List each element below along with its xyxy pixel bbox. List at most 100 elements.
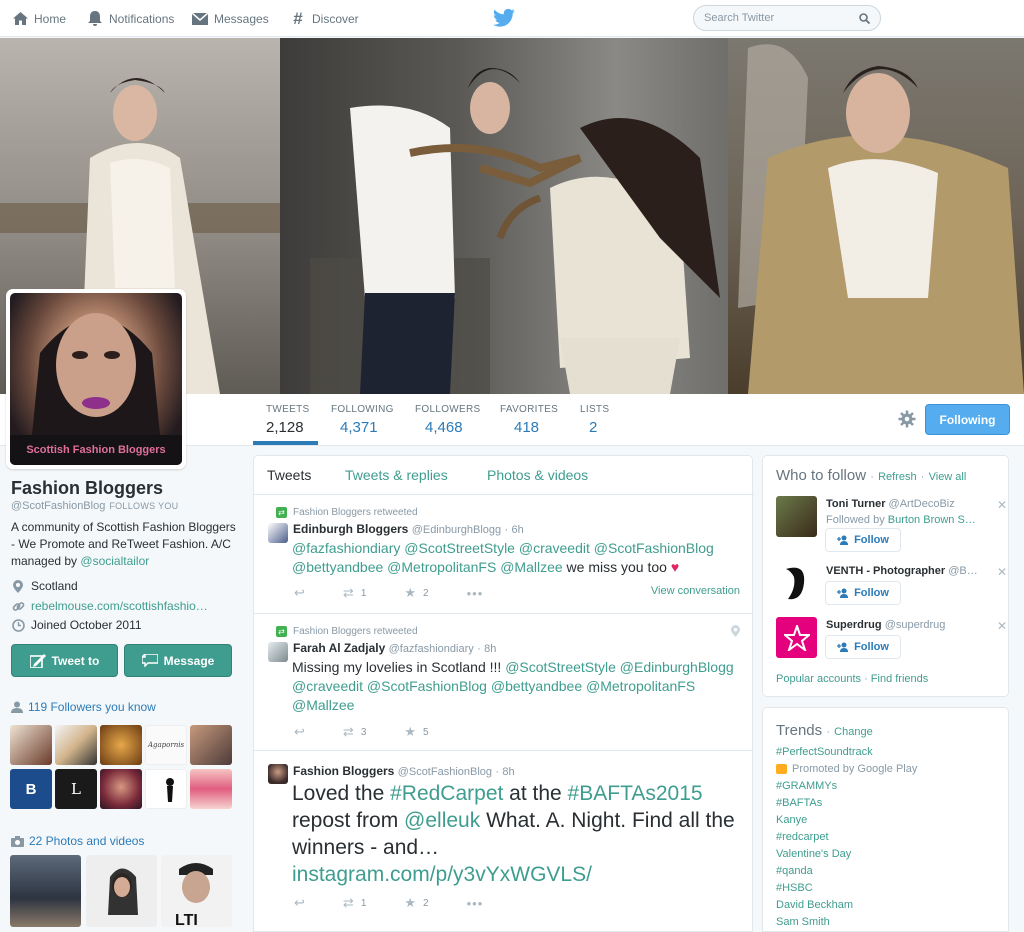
- search-box[interactable]: [693, 5, 881, 31]
- stat-favorites[interactable]: FAVORITES 418: [500, 404, 558, 436]
- tweet-author-name[interactable]: Edinburgh Bloggers: [293, 522, 408, 536]
- follower-avatar[interactable]: [190, 725, 232, 765]
- followers-you-know-header[interactable]: 119 Followers you know: [11, 700, 156, 714]
- tweet-author-handle[interactable]: @EdinburghBlogg: [412, 524, 501, 536]
- favorite-button[interactable]: ★ 2: [404, 585, 428, 601]
- tweet-author-avatar[interactable]: [268, 764, 288, 784]
- search-input[interactable]: [704, 12, 854, 24]
- nav-home[interactable]: Home: [12, 0, 66, 37]
- reply-button[interactable]: ↩: [294, 585, 305, 601]
- tweet-author-avatar[interactable]: [268, 523, 288, 543]
- retweet-button[interactable]: ⇄ 1: [343, 895, 366, 911]
- media-thumbnail[interactable]: LTI: [161, 855, 232, 927]
- trend-item[interactable]: #GRAMMYs: [776, 780, 837, 792]
- follower-avatar[interactable]: [190, 769, 232, 809]
- dismiss-icon[interactable]: ✕: [997, 565, 1007, 579]
- tweet-to-button[interactable]: Tweet to: [11, 644, 118, 677]
- followed-by-text: Followed by: [826, 514, 888, 526]
- media-thumbnail[interactable]: [10, 855, 81, 927]
- suggestion-name-line[interactable]: Superdrug @superdrug: [826, 619, 991, 631]
- trend-item[interactable]: Kanye: [776, 814, 807, 826]
- reply-button[interactable]: ↩: [294, 724, 305, 740]
- trend-item[interactable]: Valentine's Day: [776, 848, 851, 860]
- retweet-button[interactable]: ⇄ 3: [343, 724, 366, 740]
- tab-photos-videos[interactable]: Photos & videos: [487, 467, 588, 483]
- trend-item[interactable]: #redcarpet: [776, 831, 829, 843]
- suggestion-avatar[interactable]: [776, 496, 817, 537]
- follower-avatar[interactable]: [100, 769, 142, 809]
- follower-avatar[interactable]: [100, 725, 142, 765]
- tweet-item[interactable]: ⇄ Fashion Bloggers retweeted Edinburgh B…: [254, 495, 752, 614]
- follower-avatar[interactable]: [55, 725, 97, 765]
- trend-item[interactable]: #BAFTAs: [776, 797, 822, 809]
- trend-item[interactable]: #HSBC: [776, 882, 813, 894]
- tweet-author-avatar[interactable]: [268, 642, 288, 662]
- mention-link[interactable]: @elleuk: [404, 809, 480, 832]
- instagram-link[interactable]: instagram.com/p/y3vYxWGVLS/: [292, 861, 742, 888]
- following-button[interactable]: Following: [925, 404, 1010, 435]
- photos-videos-header[interactable]: 22 Photos and videos: [11, 834, 144, 848]
- suggestion-avatar[interactable]: [776, 617, 817, 658]
- message-button[interactable]: Message: [124, 644, 232, 677]
- view-all-link[interactable]: View all: [929, 471, 967, 483]
- follower-avatar[interactable]: [10, 725, 52, 765]
- favorite-button[interactable]: ★ 2: [404, 895, 428, 911]
- tweet-timestamp[interactable]: 6h: [512, 524, 524, 536]
- hashtag-link[interactable]: #BAFTAs2015: [568, 782, 703, 805]
- popular-accounts-link[interactable]: Popular accounts: [776, 673, 861, 685]
- change-trends-link[interactable]: Change: [834, 726, 873, 738]
- more-button[interactable]: •••: [467, 586, 484, 601]
- profile-handle[interactable]: @ScotFashionBlog: [11, 500, 105, 512]
- follower-avatar[interactable]: Agapornis: [145, 725, 187, 765]
- refresh-link[interactable]: Refresh: [878, 471, 917, 483]
- favorite-button[interactable]: ★ 5: [404, 724, 428, 740]
- more-button[interactable]: •••: [467, 896, 484, 911]
- hashtag-link[interactable]: #RedCarpet: [390, 782, 503, 805]
- suggestion-avatar[interactable]: [776, 563, 817, 604]
- profile-name[interactable]: Fashion Bloggers: [11, 478, 163, 499]
- dismiss-icon[interactable]: ✕: [997, 619, 1007, 633]
- media-thumbnail[interactable]: [86, 855, 157, 927]
- tweet-author-name[interactable]: Fashion Bloggers: [293, 764, 394, 778]
- follower-avatar[interactable]: B: [10, 769, 52, 809]
- tweet-author-handle[interactable]: @fazfashiondiary: [389, 643, 474, 655]
- tab-tweets[interactable]: Tweets: [267, 467, 311, 483]
- nav-messages[interactable]: Messages: [192, 0, 269, 37]
- view-conversation-link[interactable]: View conversation: [651, 585, 740, 597]
- follow-button[interactable]: Follow: [825, 528, 901, 552]
- tweet-timestamp[interactable]: 8h: [502, 766, 514, 778]
- tweet-timestamp[interactable]: 8h: [484, 643, 496, 655]
- twitter-bird-logo[interactable]: [493, 8, 515, 28]
- stat-tweets[interactable]: TWEETS 2,128: [266, 404, 309, 436]
- followed-by-link[interactable]: Burton Brown S…: [888, 514, 976, 526]
- gear-icon[interactable]: [898, 410, 916, 428]
- profile-avatar-frame[interactable]: Scottish Fashion Bloggers: [6, 289, 186, 469]
- trend-item[interactable]: Sam Smith: [776, 916, 830, 928]
- tweet-item[interactable]: ⇄ Fashion Bloggers retweeted Farah Al Za…: [254, 614, 752, 751]
- tweet-item[interactable]: Fashion Bloggers @ScotFashionBlog · 8h L…: [254, 751, 752, 931]
- stat-followers[interactable]: FOLLOWERS 4,468: [415, 404, 481, 436]
- stat-following[interactable]: FOLLOWING 4,371: [331, 404, 394, 436]
- suggestion-name-line[interactable]: VENTH - Photographer @B…: [826, 565, 991, 577]
- tweet-author-handle[interactable]: @ScotFashionBlog: [398, 766, 492, 778]
- suggestion-name-line[interactable]: Toni Turner @ArtDecoBiz: [826, 498, 991, 510]
- bio-mention-link[interactable]: @socialtailor: [80, 554, 149, 568]
- trend-item[interactable]: #PerfectSoundtrack: [776, 746, 873, 758]
- search-icon[interactable]: [859, 12, 870, 24]
- nav-notifications[interactable]: Notifications: [87, 0, 174, 37]
- website-link[interactable]: rebelmouse.com/scottishfashio…: [31, 599, 208, 613]
- trend-item[interactable]: David Beckham: [776, 899, 853, 911]
- follower-avatar[interactable]: [145, 769, 187, 809]
- stat-lists[interactable]: LISTS 2: [580, 404, 609, 436]
- tab-tweets-replies[interactable]: Tweets & replies: [345, 467, 448, 483]
- follower-avatar[interactable]: L: [55, 769, 97, 809]
- nav-discover[interactable]: # Discover: [290, 0, 358, 37]
- reply-button[interactable]: ↩: [294, 895, 305, 911]
- tweet-author-name[interactable]: Farah Al Zadjaly: [293, 641, 385, 655]
- retweet-button[interactable]: ⇄ 1: [343, 585, 366, 601]
- follow-button[interactable]: Follow: [825, 581, 901, 605]
- find-friends-link[interactable]: Find friends: [871, 673, 928, 685]
- trend-item[interactable]: #qanda: [776, 865, 813, 877]
- follow-button[interactable]: Follow: [825, 635, 901, 659]
- dismiss-icon[interactable]: ✕: [997, 498, 1007, 512]
